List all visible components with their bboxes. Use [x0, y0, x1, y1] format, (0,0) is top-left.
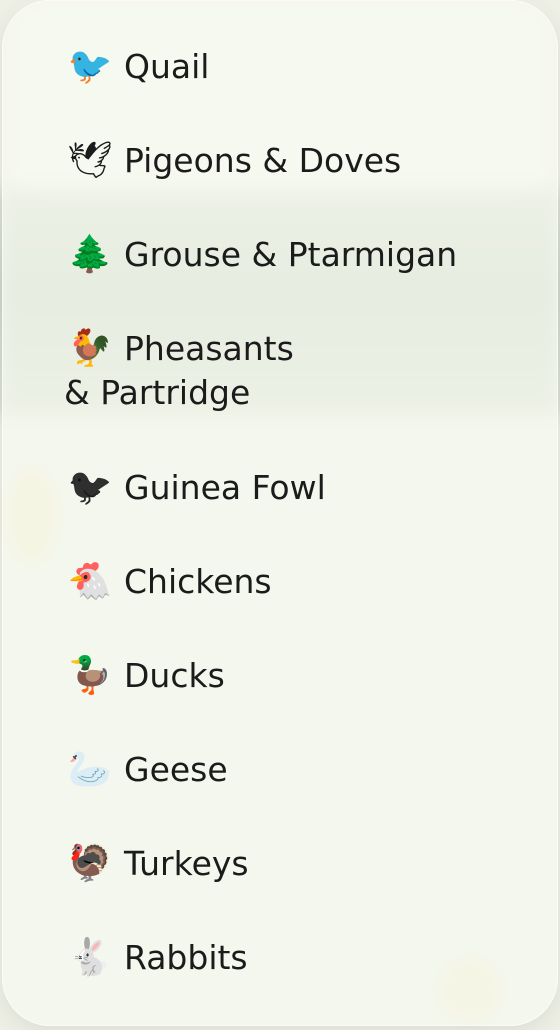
menu-item-label: Pigeons & Doves — [124, 141, 402, 180]
rabbit-icon: 🐇 — [67, 937, 113, 978]
quail-icon: 🐦 — [67, 46, 113, 87]
menu-item-geese[interactable]: 🦢 Geese — [64, 748, 544, 792]
menu-item-chickens[interactable]: 🐔 Chickens — [64, 560, 544, 604]
menu-item-label: Quail — [124, 47, 210, 86]
menu-item-label: Guinea Fowl — [124, 468, 326, 507]
category-menu: 🐦 Quail 🕊 Pigeons & Doves 🌲 Grouse & Ptarmi… — [2, 0, 558, 1026]
menu-item-ducks[interactable]: 🦆 Ducks — [64, 654, 544, 698]
menu-item-label: Ducks — [124, 656, 225, 695]
duck-icon: 🦆 — [67, 655, 113, 696]
black-bird-icon: 🐦 — [67, 467, 113, 508]
chicken-icon: 🐔 — [67, 561, 113, 602]
menu-item-label: Rabbits — [124, 938, 248, 977]
menu-item-label-continued: & Partridge — [64, 373, 251, 412]
menu-item-label: Geese — [124, 750, 228, 789]
dove-icon: 🕊 — [67, 140, 113, 181]
menu-item-quail[interactable]: 🐦 Quail — [64, 45, 544, 89]
menu-item-label: Grouse & Ptarmigan — [124, 235, 458, 274]
menu-item-label: Chickens — [124, 562, 272, 601]
goose-icon: 🦢 — [67, 749, 113, 790]
menu-item-grouse-ptarmigan[interactable]: 🌲 Grouse & Ptarmigan — [64, 233, 544, 277]
menu-item-pheasants-partridge[interactable]: 🐓 Pheasants & Partridge — [64, 327, 544, 415]
menu-item-label: Turkeys — [124, 844, 249, 883]
menu-item-turkeys[interactable]: 🦃 Turkeys — [64, 842, 544, 886]
evergreen-tree-icon: 🌲 — [67, 234, 113, 275]
turkey-icon: 🦃 — [67, 843, 113, 884]
menu-item-pigeons-doves[interactable]: 🕊 Pigeons & Doves — [64, 139, 544, 183]
rooster-icon: 🐓 — [67, 328, 113, 369]
menu-item-label: Pheasants — [124, 329, 294, 368]
menu-item-guinea-fowl[interactable]: 🐦 Guinea Fowl — [64, 466, 544, 510]
menu-item-rabbits[interactable]: 🐇 Rabbits — [64, 936, 544, 980]
